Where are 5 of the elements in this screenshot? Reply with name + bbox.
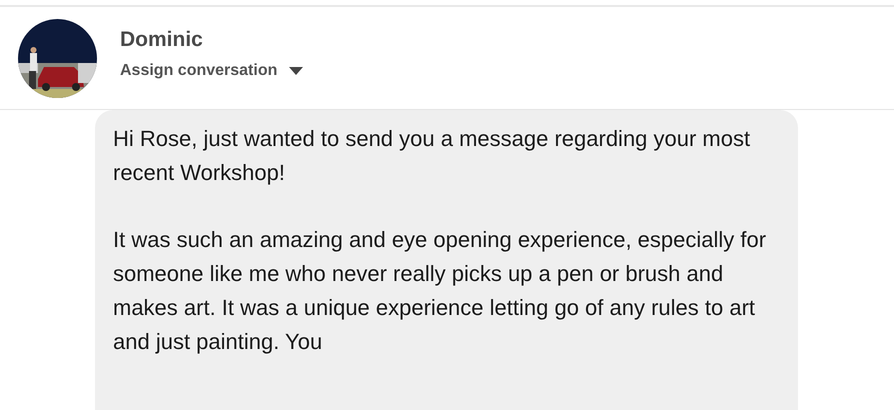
assign-conversation-dropdown[interactable]: Assign conversation [120, 62, 304, 80]
caret-icon [289, 67, 304, 75]
contact-name: Dominic [120, 28, 204, 52]
message-text: Hi Rose, just wanted to send you a message regarding your most recent Workshop! [113, 125, 752, 187]
message-text: It was such an amazing and eye opening experience, especially for someone like me who never really picks up a pen or brush and makes art. It was a unique experience letting go of any rules to art and just painting. You [113, 226, 768, 356]
